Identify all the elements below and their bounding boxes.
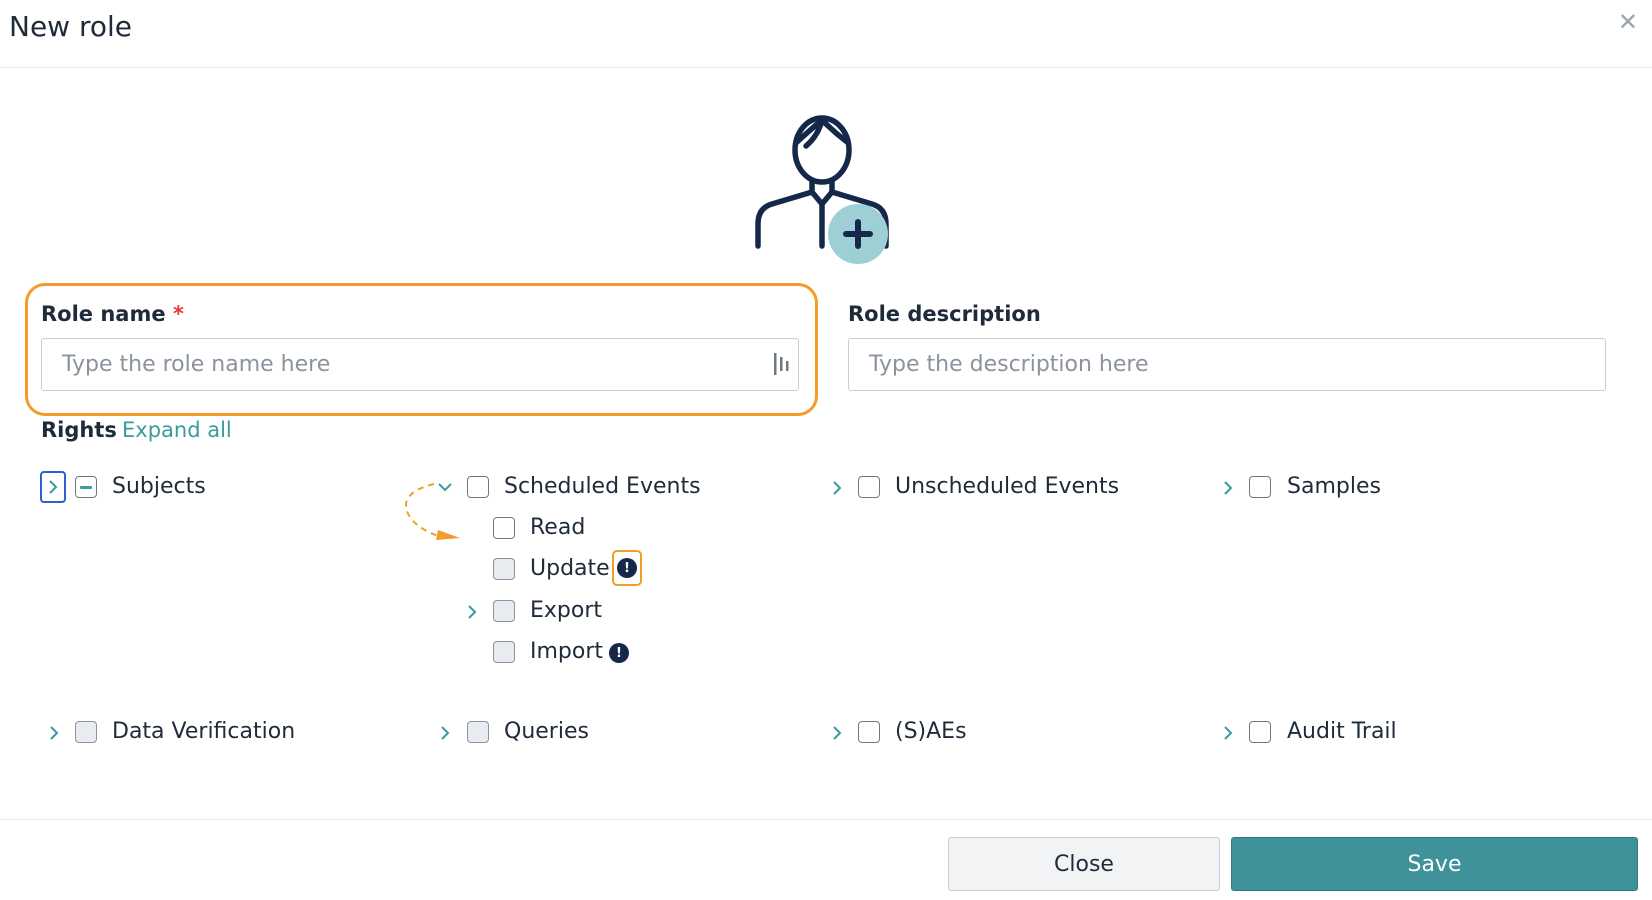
role-name-input[interactable]: [41, 338, 799, 391]
samples-checkbox[interactable]: [1249, 476, 1271, 498]
audit-trail-expand-chevron[interactable]: [1219, 724, 1237, 742]
read-label: Read: [530, 515, 586, 540]
chevron-right-icon: [468, 605, 477, 619]
chevron-down-icon: [438, 483, 452, 492]
audit-trail-label: Audit Trail: [1287, 719, 1397, 744]
drag-handle-icon[interactable]: [773, 352, 791, 376]
exclamation-icon[interactable]: !: [617, 558, 637, 578]
read-checkbox[interactable]: [493, 517, 515, 539]
user-add-icon: [755, 115, 889, 264]
export-label: Export: [530, 598, 603, 623]
role-name-label: Role name *: [41, 302, 184, 326]
saes-checkbox[interactable]: [858, 721, 880, 743]
subjects-expand-chevron[interactable]: [40, 471, 66, 503]
close-icon[interactable]: ✕: [1618, 10, 1638, 34]
samples-label: Samples: [1287, 474, 1381, 499]
queries-checkbox[interactable]: [467, 721, 489, 743]
close-button[interactable]: Close: [948, 837, 1220, 891]
data-verification-label: Data Verification: [112, 719, 296, 744]
data-verification-checkbox[interactable]: [75, 721, 97, 743]
footer-divider: [0, 819, 1652, 820]
update-label: Update: [530, 556, 610, 581]
unscheduled-events-label: Unscheduled Events: [895, 474, 1120, 499]
rights-label: Rights: [41, 418, 117, 442]
samples-expand-chevron[interactable]: [1219, 479, 1237, 497]
unscheduled-events-expand-chevron[interactable]: [828, 479, 846, 497]
unscheduled-events-checkbox[interactable]: [858, 476, 880, 498]
subjects-label: Subjects: [112, 474, 206, 499]
saes-expand-chevron[interactable]: [828, 724, 846, 742]
chevron-right-icon: [49, 480, 58, 494]
role-description-label: Role description: [848, 302, 1041, 326]
subjects-checkbox[interactable]: [75, 476, 97, 498]
chevron-right-icon: [50, 726, 59, 740]
saes-label: (S)AEs: [895, 719, 967, 744]
export-checkbox[interactable]: [493, 600, 515, 622]
chevron-right-icon: [833, 481, 842, 495]
save-button[interactable]: Save: [1231, 837, 1638, 891]
chevron-right-icon: [1224, 481, 1233, 495]
dialog-title: New role: [9, 10, 133, 43]
scheduled-events-checkbox[interactable]: [467, 476, 489, 498]
chevron-right-icon: [1224, 726, 1233, 740]
chevron-right-icon: [441, 726, 450, 740]
export-expand-chevron[interactable]: [463, 603, 481, 621]
data-verification-expand-chevron[interactable]: [45, 724, 63, 742]
chevron-right-icon: [833, 726, 842, 740]
expand-all-link[interactable]: Expand all: [122, 418, 232, 442]
queries-expand-chevron[interactable]: [436, 724, 454, 742]
required-marker: *: [172, 302, 184, 326]
header-divider: [0, 67, 1652, 68]
audit-trail-checkbox[interactable]: [1249, 721, 1271, 743]
update-checkbox[interactable]: [493, 558, 515, 580]
exclamation-icon[interactable]: !: [609, 643, 629, 663]
import-checkbox[interactable]: [493, 641, 515, 663]
update-warning-highlight: !: [612, 550, 642, 586]
import-label: Import: [530, 639, 604, 664]
queries-label: Queries: [504, 719, 589, 744]
scheduled-events-label: Scheduled Events: [504, 474, 701, 499]
role-description-input[interactable]: [848, 338, 1606, 391]
scheduled-events-collapse-chevron[interactable]: [436, 478, 454, 496]
